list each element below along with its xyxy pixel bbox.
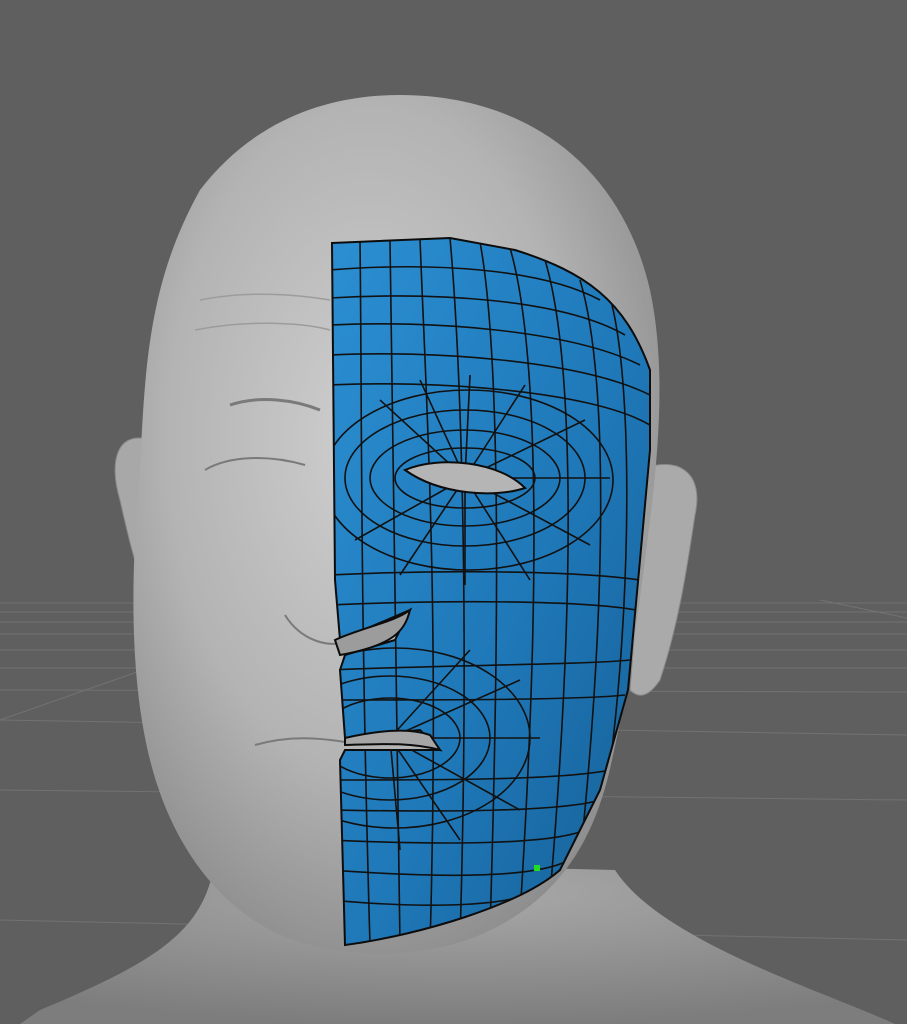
3d-viewport[interactable] [0, 0, 907, 1024]
viewport-scene[interactable] [0, 0, 907, 1024]
selected-vertex-marker[interactable] [534, 865, 540, 871]
